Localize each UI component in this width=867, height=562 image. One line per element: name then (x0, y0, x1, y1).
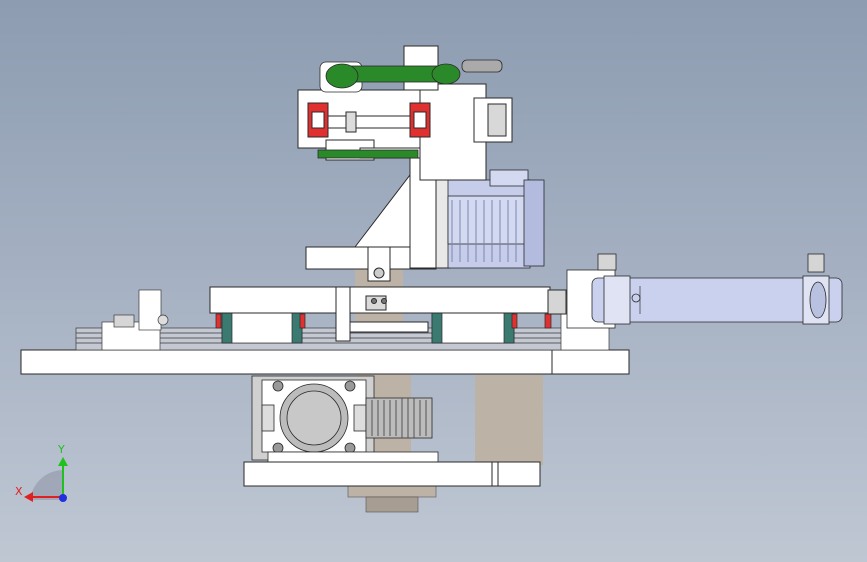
mechanism-assembly-drawing[interactable] (0, 0, 867, 562)
x-axis-arrowhead (24, 492, 33, 502)
x-axis-label: X (15, 485, 23, 498)
rail-carriage-left (215, 312, 306, 344)
servo-motor (447, 169, 545, 269)
coordinate-triad[interactable] (24, 457, 68, 502)
main-base-plate (20, 349, 630, 375)
z-axis-indicator (59, 494, 67, 502)
bottom-base-plate (243, 461, 541, 487)
y-axis-label: Y (58, 443, 65, 456)
y-axis-arrowhead (58, 457, 68, 466)
cad-viewport[interactable]: X Y (0, 0, 867, 562)
pneumatic-cylinder (566, 253, 843, 329)
